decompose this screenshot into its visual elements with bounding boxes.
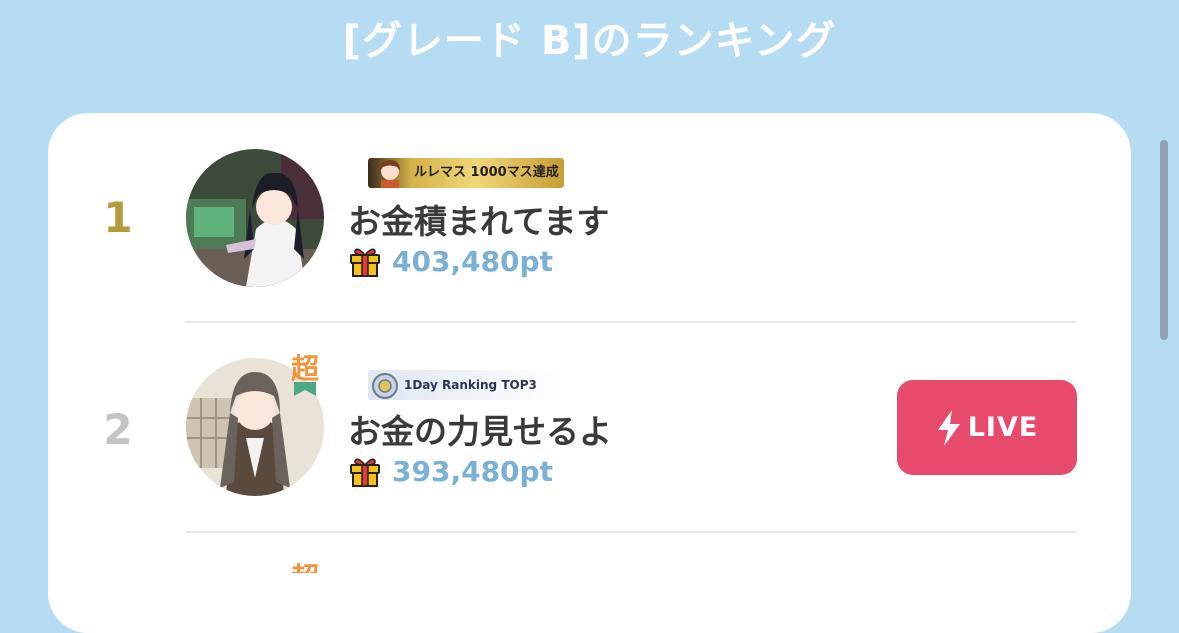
- chou-label: 超: [291, 352, 320, 385]
- ranking-list: 1 ルレマス 1000マス達成 お金積まれてます 403,480pt 2 超 1…: [48, 113, 1131, 633]
- points-value: 393,480pt: [392, 454, 553, 488]
- gift-icon: [350, 458, 380, 487]
- user-name: お金の力見せるよ: [348, 412, 612, 451]
- lightning-icon: [937, 409, 960, 446]
- chou-badge: 超: [288, 350, 322, 398]
- badge-text-main: 1Day Ranking: [404, 378, 498, 392]
- chou-label: 超: [291, 561, 320, 573]
- rank-number: 2: [103, 405, 133, 454]
- row-divider: [186, 321, 1076, 323]
- points-display: 393,480pt: [348, 453, 553, 489]
- badge-text-sub: TOP3: [501, 378, 537, 392]
- row-divider: [186, 531, 1076, 533]
- live-label: LIVE: [967, 412, 1039, 443]
- scrollbar[interactable]: [1160, 140, 1168, 340]
- ranking-row-2[interactable]: 2 超 1Day Ranking TOP3 お金の力見せるよ 393,480pt…: [48, 113, 1131, 496]
- live-button[interactable]: LIVE: [897, 380, 1077, 475]
- title-badge: 1Day Ranking TOP3: [368, 370, 564, 400]
- chou-badge: 超: [288, 559, 322, 573]
- badge-medal-icon: [372, 373, 398, 399]
- page-title: [グレード B]のランキング: [342, 18, 837, 64]
